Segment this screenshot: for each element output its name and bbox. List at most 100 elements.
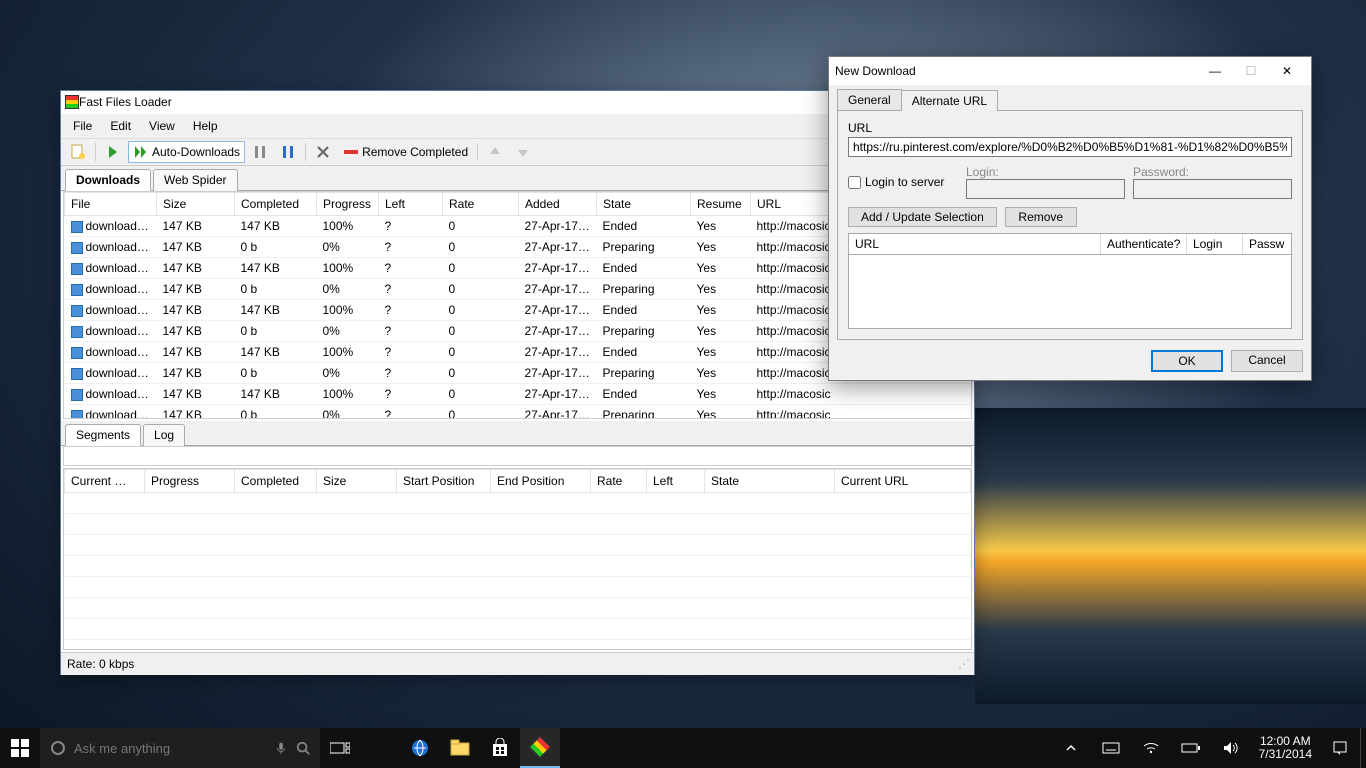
col-url[interactable]: URL bbox=[849, 234, 1101, 254]
ok-button[interactable]: OK bbox=[1151, 350, 1223, 372]
table-row[interactable] bbox=[65, 619, 971, 640]
col-completed[interactable]: Completed bbox=[235, 193, 317, 216]
play-button[interactable] bbox=[100, 141, 126, 163]
tab-alternate-url[interactable]: Alternate URL bbox=[901, 90, 998, 111]
col-login[interactable]: Login bbox=[1187, 234, 1243, 254]
menu-file[interactable]: File bbox=[65, 116, 100, 136]
seg-col[interactable]: Progress bbox=[145, 470, 235, 493]
seg-col[interactable]: Size bbox=[317, 470, 397, 493]
seg-col[interactable]: Current URL bbox=[835, 470, 971, 493]
url-list-header[interactable]: URL Authenticate? Login Passw bbox=[848, 233, 1292, 255]
menu-help[interactable]: Help bbox=[185, 116, 226, 136]
pause-all-button[interactable] bbox=[275, 141, 301, 163]
file-icon bbox=[71, 326, 83, 338]
table-row[interactable] bbox=[65, 514, 971, 535]
table-row[interactable] bbox=[65, 556, 971, 577]
move-up-button[interactable] bbox=[482, 141, 508, 163]
search-icon[interactable] bbox=[296, 741, 310, 755]
remove-button[interactable]: Remove bbox=[1005, 207, 1077, 227]
taskbar-explorer[interactable] bbox=[440, 728, 480, 768]
taskbar-app-active[interactable] bbox=[520, 728, 560, 768]
keyboard-icon[interactable] bbox=[1091, 728, 1131, 768]
col-left[interactable]: Left bbox=[379, 193, 443, 216]
url-input[interactable] bbox=[848, 137, 1292, 157]
remove-completed-button[interactable]: Remove Completed bbox=[338, 141, 473, 163]
tab-downloads[interactable]: Downloads bbox=[65, 169, 151, 191]
start-button[interactable] bbox=[0, 728, 40, 768]
auto-downloads-label: Auto-Downloads bbox=[152, 145, 240, 159]
table-row[interactable]: download-sh…147 KB0 b0%?027-Apr-17 …Prep… bbox=[65, 405, 971, 420]
segments-table[interactable]: Current …ProgressCompletedSizeStart Posi… bbox=[63, 468, 972, 650]
separator bbox=[305, 143, 306, 161]
login-label: Login: bbox=[966, 165, 1125, 179]
resize-grip[interactable]: ⋰ bbox=[958, 657, 968, 671]
taskbar-ie[interactable] bbox=[400, 728, 440, 768]
wifi-icon[interactable] bbox=[1131, 728, 1171, 768]
login-input bbox=[966, 179, 1125, 199]
tab-segments[interactable]: Segments bbox=[65, 424, 141, 446]
volume-icon[interactable] bbox=[1211, 728, 1251, 768]
search-box[interactable] bbox=[40, 728, 320, 768]
table-row[interactable] bbox=[65, 535, 971, 556]
menu-edit[interactable]: Edit bbox=[102, 116, 139, 136]
url-list-body[interactable] bbox=[848, 255, 1292, 329]
dialog-title: New Download bbox=[835, 64, 1197, 78]
seg-col[interactable]: Current … bbox=[65, 470, 145, 493]
task-view-button[interactable] bbox=[320, 728, 360, 768]
col-password[interactable]: Passw bbox=[1243, 234, 1291, 254]
tab-general[interactable]: General bbox=[837, 89, 902, 110]
seg-col[interactable]: Rate bbox=[591, 470, 647, 493]
table-row[interactable] bbox=[65, 640, 971, 651]
taskbar-store[interactable] bbox=[480, 728, 520, 768]
close-button[interactable]: ✕ bbox=[1269, 59, 1305, 83]
seg-col[interactable]: Completed bbox=[235, 470, 317, 493]
search-input[interactable] bbox=[74, 741, 266, 756]
seg-col[interactable]: End Position bbox=[491, 470, 591, 493]
col-progress[interactable]: Progress bbox=[317, 193, 379, 216]
table-row[interactable]: download-sh…147 KB147 KB100%?027-Apr-17 … bbox=[65, 384, 971, 405]
col-added[interactable]: Added bbox=[519, 193, 597, 216]
desktop-wallpaper-accent bbox=[975, 408, 1366, 704]
seg-col[interactable]: Start Position bbox=[397, 470, 491, 493]
file-icon bbox=[71, 221, 83, 233]
delete-button[interactable] bbox=[310, 141, 336, 163]
pause-button[interactable] bbox=[247, 141, 273, 163]
cancel-button[interactable]: Cancel bbox=[1231, 350, 1303, 372]
auto-downloads-button[interactable]: Auto-Downloads bbox=[128, 141, 245, 163]
table-row[interactable] bbox=[65, 493, 971, 514]
new-download-button[interactable] bbox=[65, 141, 91, 163]
table-row[interactable] bbox=[65, 598, 971, 619]
move-down-button[interactable] bbox=[510, 141, 536, 163]
cortana-icon bbox=[50, 740, 66, 756]
taskbar-clock[interactable]: 12:00 AM 7/31/2014 bbox=[1251, 735, 1320, 761]
lower-tabs: Segments Log bbox=[61, 421, 974, 446]
col-file[interactable]: File bbox=[65, 193, 157, 216]
tray-overflow-icon[interactable] bbox=[1051, 728, 1091, 768]
seg-col[interactable]: Left bbox=[647, 470, 705, 493]
file-icon bbox=[71, 389, 83, 401]
add-update-button[interactable]: Add / Update Selection bbox=[848, 207, 997, 227]
show-desktop-button[interactable] bbox=[1360, 728, 1366, 768]
battery-icon[interactable] bbox=[1171, 728, 1211, 768]
login-checkbox-input[interactable] bbox=[848, 176, 861, 189]
seg-col[interactable]: State bbox=[705, 470, 835, 493]
minimize-button[interactable]: — bbox=[1197, 59, 1233, 83]
tab-web-spider[interactable]: Web Spider bbox=[153, 169, 237, 191]
password-label: Password: bbox=[1133, 165, 1292, 179]
url-label: URL bbox=[848, 121, 1292, 135]
login-to-server-checkbox[interactable]: Login to server bbox=[848, 175, 958, 189]
table-row[interactable] bbox=[65, 577, 971, 598]
col-rate[interactable]: Rate bbox=[443, 193, 519, 216]
taskbar[interactable]: 12:00 AM 7/31/2014 bbox=[0, 728, 1366, 768]
maximize-button[interactable]: ☐ bbox=[1233, 59, 1269, 83]
notifications-icon[interactable] bbox=[1320, 728, 1360, 768]
dialog-title-bar[interactable]: New Download — ☐ ✕ bbox=[829, 57, 1311, 85]
microphone-icon[interactable] bbox=[274, 741, 288, 755]
tab-log[interactable]: Log bbox=[143, 424, 185, 446]
menu-view[interactable]: View bbox=[141, 116, 183, 136]
col-authenticate[interactable]: Authenticate? bbox=[1101, 234, 1187, 254]
col-resume[interactable]: Resume bbox=[691, 193, 751, 216]
app-icon bbox=[529, 736, 552, 759]
col-size[interactable]: Size bbox=[157, 193, 235, 216]
col-state[interactable]: State bbox=[597, 193, 691, 216]
